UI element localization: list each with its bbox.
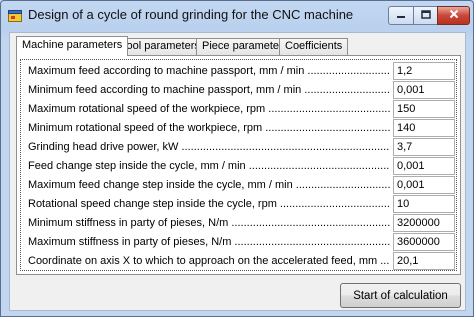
param-label: Minimum feed according to machine passpo… [28, 84, 390, 96]
param-row: Maximum stiffness in party of pieses, N/… [21, 232, 458, 252]
app-window-icon [8, 10, 22, 22]
close-button[interactable] [437, 6, 470, 25]
param-row: Feed change step inside the cycle, mm / … [21, 156, 458, 176]
machine-parameters-panel: Maximum feed according to machine passpo… [16, 55, 461, 275]
param-label: Maximum feed according to machine passpo… [28, 65, 390, 77]
max-stiffness-input[interactable] [393, 233, 455, 251]
param-label: Maximum rotational speed of the workpiec… [28, 103, 390, 115]
max-rotational-speed-input[interactable] [393, 100, 455, 118]
param-row: Grinding head drive power, kW ..........… [21, 137, 458, 157]
feed-change-step-input[interactable] [393, 157, 455, 175]
tab-coefficients[interactable]: Coefficients [279, 38, 349, 55]
param-row: Maximum feed change step inside the cycl… [21, 175, 458, 195]
min-feed-input[interactable] [393, 81, 455, 99]
param-row: Maximum feed according to machine passpo… [21, 61, 458, 81]
title-bar[interactable]: Design of a cycle of round grinding for … [1, 1, 473, 31]
tab-machine-parameters[interactable]: Machine parameters [16, 36, 129, 56]
parameters-group: Maximum feed according to machine passpo… [20, 59, 457, 271]
max-feed-input[interactable] [393, 62, 455, 80]
param-row: Minimum feed according to machine passpo… [21, 80, 458, 100]
tab-tool-parameters[interactable]: Tool parameters [115, 38, 206, 55]
param-label: Coordinate on axis X to which to approac… [28, 255, 390, 267]
minimize-button[interactable] [388, 6, 414, 25]
app-window: Design of a cycle of round grinding for … [0, 0, 474, 317]
drive-power-input[interactable] [393, 138, 455, 156]
param-label: Grinding head drive power, kW ..........… [28, 141, 390, 153]
window-title: Design of a cycle of round grinding for … [28, 7, 354, 22]
max-feed-change-step-input[interactable] [393, 176, 455, 194]
param-label: Maximum feed change step inside the cycl… [28, 179, 390, 191]
approach-coordinate-input[interactable] [393, 252, 455, 270]
param-row: Minimum stiffness in party of pieses, N/… [21, 213, 458, 233]
min-stiffness-input[interactable] [393, 214, 455, 232]
param-label: Maximum stiffness in party of pieses, N/… [28, 236, 390, 248]
param-row: Coordinate on axis X to which to approac… [21, 251, 458, 271]
param-label: Minimum stiffness in party of pieses, N/… [28, 217, 390, 229]
param-label: Feed change step inside the cycle, mm / … [28, 160, 390, 172]
param-row: Maximum rotational speed of the workpiec… [21, 99, 458, 119]
minimize-icon [396, 10, 406, 22]
maximize-button[interactable] [413, 6, 438, 25]
client-area: Machine parameters Tool parameters Piece… [9, 32, 466, 311]
param-label: Rotational speed change step inside the … [28, 198, 390, 210]
speed-change-step-input[interactable] [393, 195, 455, 213]
maximize-icon [420, 9, 431, 22]
param-label: Minimum rotational speed of the workpiec… [28, 122, 390, 134]
min-rotational-speed-input[interactable] [393, 119, 455, 137]
param-row: Minimum rotational speed of the workpiec… [21, 118, 458, 138]
start-calculation-button[interactable]: Start of calculation [340, 283, 461, 308]
close-icon [449, 9, 459, 22]
param-row: Rotational speed change step inside the … [21, 194, 458, 214]
